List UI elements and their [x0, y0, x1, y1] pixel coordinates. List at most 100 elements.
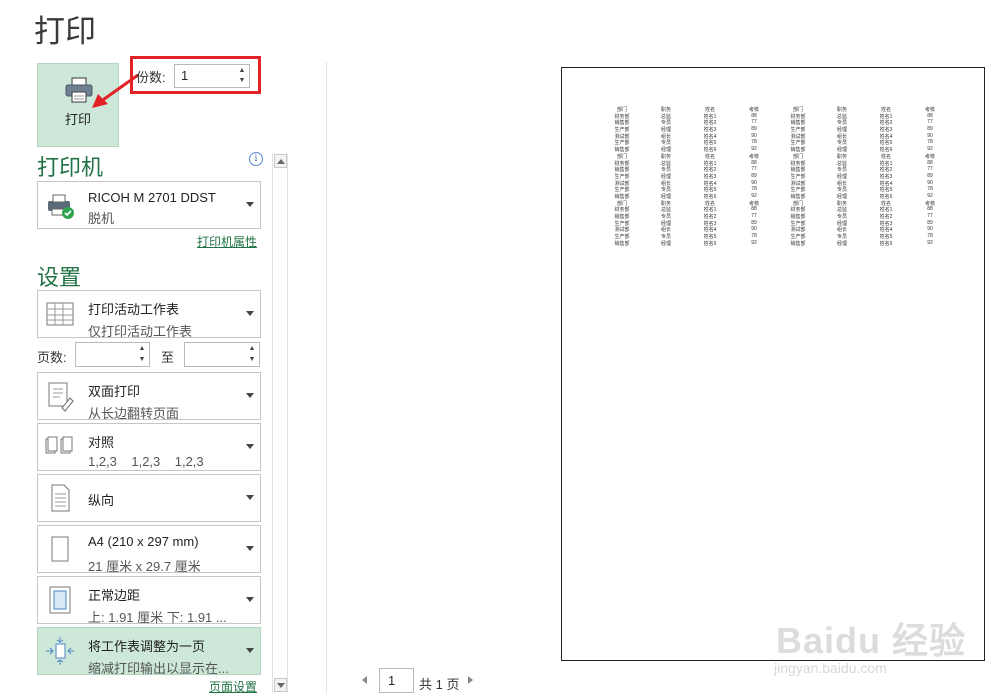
- preview-cell: 销售部: [790, 167, 806, 173]
- preview-cell: 经理: [660, 147, 671, 153]
- orientation-dropdown[interactable]: 纵向: [37, 474, 261, 522]
- printer-dropdown[interactable]: RICOH M 2701 DDST 脱机: [37, 181, 261, 229]
- preview-cell: 组长: [836, 133, 847, 140]
- printer-name: RICOH M 2701 DDST: [88, 190, 216, 205]
- preview-cell: 专员: [836, 234, 847, 240]
- page-number-input[interactable]: 1: [379, 668, 414, 693]
- preview-cell: 财务部: [790, 160, 806, 167]
- preview-cell: 考核: [748, 153, 759, 160]
- preview-cell: 职务: [836, 153, 847, 160]
- spin-down-icon[interactable]: ▼: [247, 356, 257, 364]
- preview-cell: 专员: [660, 140, 671, 147]
- preview-cell: 经理: [836, 127, 847, 133]
- preview-cell: 总监: [660, 207, 671, 213]
- preview-cell: 生产部: [790, 127, 806, 133]
- preview-cell: 姓名: [704, 153, 715, 160]
- preview-cell: 77: [751, 119, 757, 126]
- preview-row: 财务部 总监 姓名1 88 财务部 总监 姓名1 88: [600, 206, 952, 213]
- print-what-subtitle: 仅打印活动工作表: [88, 324, 193, 339]
- spin-up-icon[interactable]: ▲: [137, 345, 147, 353]
- preview-row: 生产部 经理 姓名3 89 生产部 经理 姓名3 89: [600, 220, 952, 227]
- copies-label: 份数:: [136, 70, 166, 85]
- preview-cell: 经理: [660, 220, 671, 227]
- spin-down-icon[interactable]: ▼: [137, 356, 147, 364]
- chevron-down-icon: [246, 444, 254, 449]
- page-total: 共 1 页: [419, 677, 460, 692]
- preview-row: 生产部 专员 姓名5 78 生产部 专员 姓名5 78: [600, 139, 952, 146]
- duplex-dropdown[interactable]: 双面打印 从长边翻转页面: [37, 372, 261, 421]
- preview-cell: 经理: [836, 173, 847, 180]
- preview-cell: 90: [751, 179, 757, 186]
- preview-cell: 姓名3: [703, 173, 717, 180]
- preview-cell: 考核: [748, 200, 759, 207]
- preview-cell: 测试部: [790, 180, 806, 187]
- preview-cell: 88: [927, 206, 933, 213]
- preview-cell: 92: [751, 192, 757, 199]
- preview-cell: 90: [927, 132, 933, 139]
- preview-cell: 88: [751, 206, 757, 213]
- spin-up-icon[interactable]: ▲: [247, 345, 257, 353]
- preview-cell: 专员: [660, 234, 671, 240]
- scaling-dropdown[interactable]: 将工作表调整为一页 缩减打印输出以显示在...: [37, 627, 261, 676]
- printer-status: 脱机: [88, 211, 115, 226]
- watermark-sub: jingyan.baidu.com: [774, 660, 887, 676]
- next-page-icon[interactable]: [468, 676, 473, 684]
- pages-from-input[interactable]: ▲ ▼: [75, 342, 150, 367]
- preview-cell: 78: [751, 139, 757, 146]
- preview-cell: 销售部: [790, 147, 806, 153]
- spin-down-icon[interactable]: ▼: [237, 77, 247, 85]
- preview-cell: 测试部: [614, 180, 630, 187]
- preview-cell: 专员: [836, 120, 847, 127]
- preview-cell: 77: [751, 166, 757, 173]
- preview-cell: 生产部: [614, 234, 630, 240]
- preview-cell: 姓名4: [879, 180, 893, 187]
- spin-up-icon[interactable]: ▲: [237, 67, 247, 75]
- preview-row: 测试部 组长 姓名4 90 测试部 组长 姓名4 90: [600, 180, 952, 187]
- preview-cell: 部门: [792, 153, 803, 160]
- preview-cell: 89: [751, 219, 757, 226]
- page-setup-link[interactable]: 页面设置: [209, 678, 257, 695]
- print-button-label: 打印: [64, 112, 91, 127]
- preview-row: 生产部 经理 姓名3 89 生产部 经理 姓名3 89: [600, 126, 952, 133]
- preview-cell: 78: [927, 233, 933, 240]
- printer-properties-link[interactable]: 打印机属性: [197, 233, 257, 250]
- chevron-down-icon: [246, 393, 254, 398]
- preview-cell: 92: [927, 239, 933, 246]
- preview-cell: 销售部: [614, 167, 630, 173]
- print-what-title: 打印活动工作表: [88, 302, 180, 317]
- preview-cell: 生产部: [614, 220, 630, 227]
- preview-cell: 92: [751, 146, 757, 153]
- pages-to-input[interactable]: ▲ ▼: [184, 342, 260, 367]
- preview-row: 销售部 专员 姓名2 77 销售部 专员 姓名2 77: [600, 166, 952, 173]
- margins-subtitle: 上: 1.91 厘米 下: 1.91 ...: [88, 610, 227, 625]
- prev-page-icon[interactable]: [362, 676, 367, 684]
- portrait-icon: [51, 484, 70, 512]
- preview-row: 生产部 经理 姓名3 89 生产部 经理 姓名3 89: [600, 173, 952, 180]
- preview-cell: 89: [927, 172, 933, 179]
- preview-cell: 92: [927, 192, 933, 199]
- preview-cell: 78: [751, 233, 757, 240]
- preview-cell: 姓名3: [703, 220, 717, 227]
- preview-cell: 90: [927, 179, 933, 186]
- preview-cell: 销售部: [790, 193, 806, 200]
- info-icon[interactable]: i: [249, 152, 263, 166]
- preview-cell: 专员: [660, 120, 671, 127]
- collate-dropdown[interactable]: 对照 1,2,3 1,2,3 1,2,3: [37, 423, 261, 471]
- paper-size-dropdown[interactable]: A4 (210 x 297 mm) 21 厘米 x 29.7 厘米: [37, 525, 261, 574]
- preview-cell: 销售部: [790, 240, 806, 247]
- preview-cell: 组长: [836, 227, 847, 234]
- scroll-down-icon[interactable]: [274, 678, 287, 692]
- preview-cell: 姓名4: [703, 227, 717, 234]
- chevron-down-icon: [246, 202, 254, 207]
- settings-scrollbar[interactable]: [272, 153, 288, 693]
- copies-input[interactable]: 1 ▲ ▼: [174, 64, 250, 88]
- preview-cell: 姓名1: [879, 113, 893, 120]
- print-what-dropdown[interactable]: 打印活动工作表 仅打印活动工作表: [37, 290, 261, 339]
- scroll-up-icon[interactable]: [274, 154, 287, 168]
- preview-cell: 组长: [660, 180, 671, 187]
- preview-cell: 77: [751, 213, 757, 219]
- preview-row: 生产部 专员 姓名5 78 生产部 专员 姓名5 78: [600, 233, 952, 240]
- preview-cell: 经理: [660, 193, 671, 200]
- margins-dropdown[interactable]: 正常边距 上: 1.91 厘米 下: 1.91 ...: [37, 576, 261, 625]
- preview-row: 财务部 总监 姓名1 88 财务部 总监 姓名1 88: [600, 113, 952, 120]
